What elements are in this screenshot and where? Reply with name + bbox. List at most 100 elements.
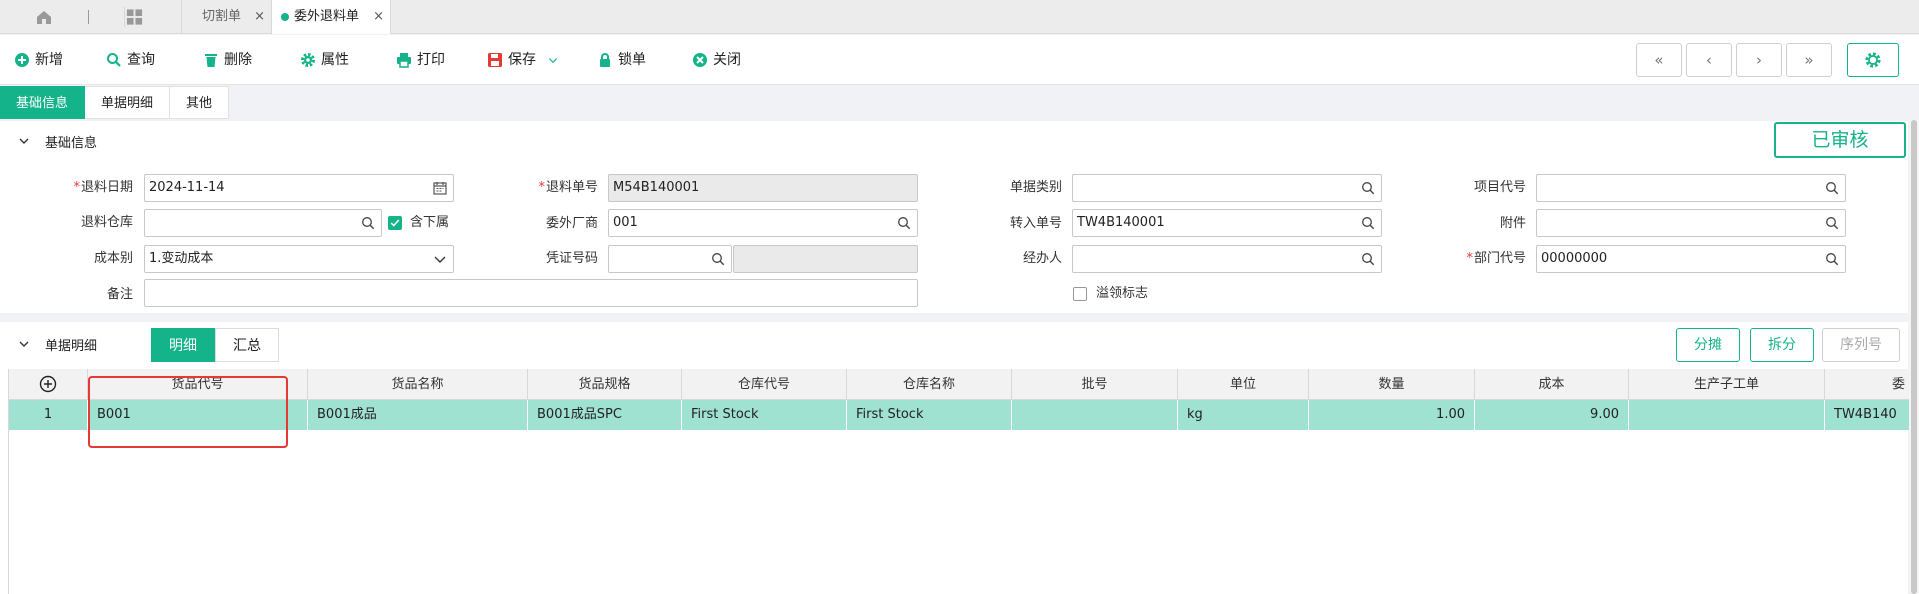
- tab-basic-info[interactable]: 基础信息: [0, 86, 86, 119]
- transfer-no-field[interactable]: TW4B140001: [1072, 209, 1382, 237]
- lock-icon: [600, 53, 610, 67]
- close-button[interactable]: 关闭: [692, 49, 741, 71]
- basic-info-panel: 基础信息 已审核 *退料日期 2024-11-14 *退料单号 M54B1400…: [0, 121, 1908, 313]
- grid-header: 货品代号 货品名称 货品规格 仓库代号 仓库名称 批号 单位 数量 成本 生产子…: [9, 369, 1909, 400]
- attributes-button[interactable]: 属性: [300, 49, 349, 71]
- search-icon[interactable]: [1825, 216, 1839, 230]
- subtab-summary[interactable]: 汇总: [215, 328, 279, 362]
- settings-button[interactable]: [1847, 43, 1899, 77]
- basic-info-header[interactable]: 基础信息 已审核: [0, 121, 1908, 161]
- calendar-icon[interactable]: [433, 181, 447, 195]
- column-header[interactable]: 仓库名称: [847, 369, 1012, 400]
- lock-label: 锁单: [618, 52, 646, 68]
- row-index: 1: [9, 400, 88, 430]
- dept-code-field[interactable]: 00000000: [1536, 245, 1846, 273]
- cell-cost[interactable]: 9.00: [1475, 400, 1629, 430]
- search-icon[interactable]: [711, 252, 725, 266]
- printer-icon: [397, 53, 411, 68]
- next-record-button[interactable]: ›: [1736, 43, 1782, 77]
- voucher-no-field[interactable]: [608, 245, 732, 273]
- column-header[interactable]: 货品名称: [308, 369, 528, 400]
- attachment-field[interactable]: [1536, 209, 1846, 237]
- tab-outsource-return[interactable]: 委外退料单 ×: [271, 0, 391, 34]
- return-no-field[interactable]: M54B140001: [608, 174, 918, 202]
- search-icon[interactable]: [897, 216, 911, 230]
- search-icon[interactable]: [1361, 252, 1375, 266]
- new-label: 新增: [35, 52, 63, 68]
- search-icon: [107, 53, 121, 67]
- tab-doc-detail[interactable]: 单据明细: [85, 86, 171, 119]
- voucher-detail-field: [733, 245, 918, 273]
- first-record-button[interactable]: «: [1636, 43, 1682, 77]
- search-icon[interactable]: [1361, 181, 1375, 195]
- subcontractor-field[interactable]: 001: [608, 209, 918, 237]
- query-button[interactable]: 查询: [106, 49, 155, 71]
- split-button[interactable]: 拆分: [1750, 328, 1814, 362]
- close-icon[interactable]: ×: [254, 0, 265, 34]
- cell-item-spec[interactable]: B001成品SPC: [528, 400, 682, 430]
- new-button[interactable]: 新增: [14, 49, 63, 71]
- section-title: 基础信息: [45, 136, 98, 151]
- return-date-label: *退料日期: [73, 180, 133, 195]
- remark-field[interactable]: [144, 279, 918, 307]
- cell-outsource-no[interactable]: TW4B140: [1825, 400, 1909, 430]
- return-date-field[interactable]: 2024-11-14: [144, 174, 454, 202]
- handler-field[interactable]: [1072, 245, 1382, 273]
- last-record-button[interactable]: »: [1786, 43, 1832, 77]
- scrollbar-thumb[interactable]: [1911, 120, 1917, 594]
- add-row-cell[interactable]: [9, 369, 88, 400]
- column-header[interactable]: 数量: [1309, 369, 1475, 400]
- print-button[interactable]: 打印: [396, 49, 445, 71]
- column-header[interactable]: 成本: [1475, 369, 1629, 400]
- search-icon[interactable]: [1825, 252, 1839, 266]
- search-icon[interactable]: [1825, 181, 1839, 195]
- column-header[interactable]: 货品规格: [528, 369, 682, 400]
- gear-icon: [301, 53, 315, 67]
- project-code-field[interactable]: [1536, 174, 1846, 202]
- chevron-down-icon[interactable]: [18, 135, 30, 147]
- grid-icon[interactable]: [124, 7, 144, 27]
- chevron-down-icon[interactable]: [547, 54, 559, 66]
- vertical-scrollbar[interactable]: [1909, 120, 1919, 594]
- cost-type-label: 成本别: [93, 251, 133, 266]
- lock-button[interactable]: 锁单: [597, 49, 646, 71]
- attributes-label: 属性: [321, 52, 349, 68]
- chevron-down-icon[interactable]: [18, 338, 30, 350]
- delete-button[interactable]: 删除: [203, 49, 252, 71]
- save-button[interactable]: 保存: [487, 49, 559, 71]
- column-header[interactable]: 批号: [1012, 369, 1178, 400]
- cost-type-select[interactable]: 1.变动成本: [144, 245, 454, 273]
- include-sub-checkbox[interactable]: [388, 216, 402, 230]
- allocate-button[interactable]: 分摊: [1676, 328, 1740, 362]
- prev-record-button[interactable]: ‹: [1686, 43, 1732, 77]
- detail-grid: 货品代号 货品名称 货品规格 仓库代号 仓库名称 批号 单位 数量 成本 生产子…: [8, 369, 1909, 594]
- cell-batch-no[interactable]: [1012, 400, 1178, 430]
- column-header[interactable]: 委: [1825, 369, 1909, 400]
- column-header[interactable]: 仓库代号: [682, 369, 847, 400]
- detail-panel: 单据明细 明细 汇总 分摊 拆分 序列号 货品代号 货品名称 货品规格 仓库代号…: [0, 322, 1909, 594]
- return-warehouse-field[interactable]: [144, 209, 382, 237]
- detail-header[interactable]: 单据明细: [0, 322, 1908, 368]
- cell-warehouse-code[interactable]: First Stock: [682, 400, 847, 430]
- close-icon[interactable]: ×: [373, 0, 384, 34]
- plus-circle-icon: [15, 53, 29, 67]
- search-icon[interactable]: [1361, 216, 1375, 230]
- cell-quantity[interactable]: 1.00: [1309, 400, 1475, 430]
- overflow-flag-checkbox[interactable]: [1073, 287, 1087, 301]
- cell-warehouse-name[interactable]: First Stock: [847, 400, 1012, 430]
- tab-cutting-order[interactable]: 切割单 ×: [181, 0, 271, 34]
- tab-other[interactable]: 其他: [170, 86, 230, 119]
- cell-sub-work-order[interactable]: [1629, 400, 1825, 430]
- search-icon[interactable]: [361, 216, 375, 230]
- column-header[interactable]: 单位: [1178, 369, 1309, 400]
- tab-separator: [88, 10, 89, 24]
- plus-circle-icon[interactable]: [39, 375, 57, 393]
- table-row[interactable]: 1 B001 B001成品 B001成品SPC First Stock Firs…: [9, 400, 1909, 430]
- close-label: 关闭: [713, 52, 741, 68]
- cell-unit[interactable]: kg: [1178, 400, 1309, 430]
- column-header[interactable]: 生产子工单: [1629, 369, 1825, 400]
- cell-item-name[interactable]: B001成品: [308, 400, 528, 430]
- home-icon[interactable]: [30, 8, 58, 26]
- subtab-detail[interactable]: 明细: [151, 328, 215, 362]
- doc-category-field[interactable]: [1072, 174, 1382, 202]
